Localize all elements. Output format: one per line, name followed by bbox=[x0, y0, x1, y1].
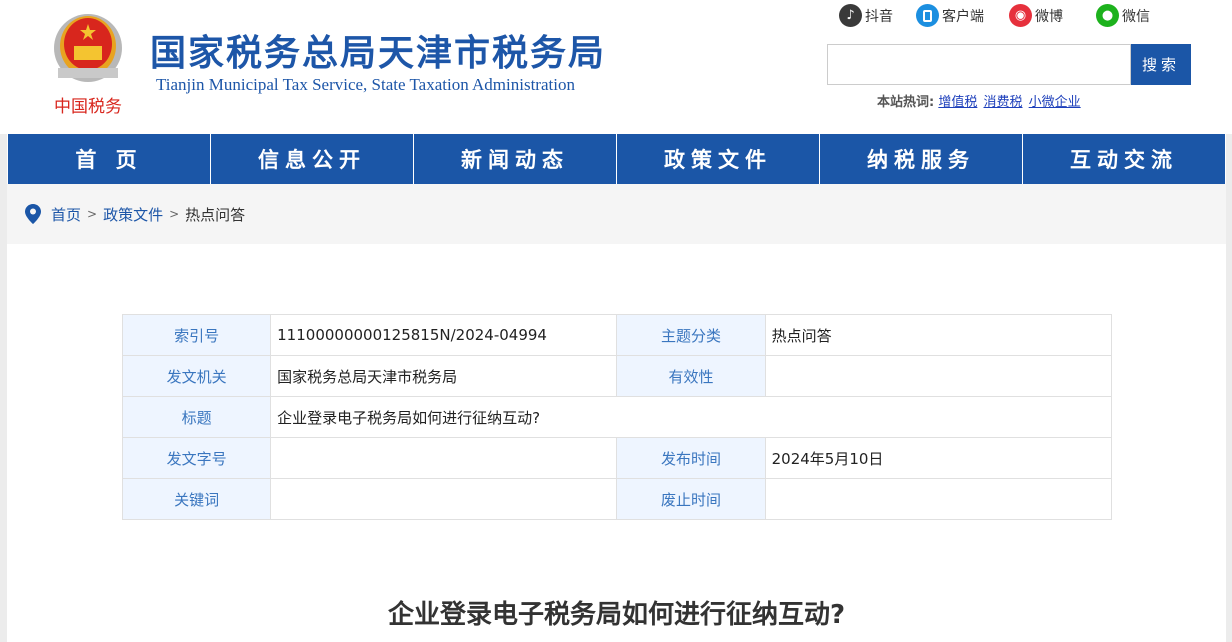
meta-label: 发文机关 bbox=[121, 355, 272, 397]
svg-text:中国税务: 中国税务 bbox=[54, 97, 122, 117]
site-title[interactable]: 国家税务总局天津市税务局 bbox=[150, 24, 606, 76]
social-link-client[interactable]: 客户端 bbox=[916, 4, 984, 27]
meta-value bbox=[270, 437, 618, 479]
nav-item-interaction[interactable]: 互动交流 bbox=[1023, 134, 1226, 184]
meta-value bbox=[764, 355, 1113, 397]
meta-label: 索引号 bbox=[121, 314, 272, 356]
meta-value: 国家税务总局天津市税务局 bbox=[270, 355, 618, 397]
social-label: 抖音 bbox=[865, 8, 893, 25]
hot-word-link[interactable]: 增值税 bbox=[938, 95, 977, 110]
hot-words: 本站热词: 增值税 消费税 小微企业 bbox=[877, 91, 1083, 110]
breadcrumb: 首页 > 政策文件 > 热点问答 bbox=[7, 184, 1226, 244]
meta-value: 企业登录电子税务局如何进行征纳互动? bbox=[270, 396, 1112, 438]
nav-item-info-disclosure[interactable]: 信息公开 bbox=[211, 134, 414, 184]
document-meta-table: 索引号 11100000000125815N/2024-04994 主题分类 热… bbox=[121, 314, 1113, 520]
breadcrumb-separator: > bbox=[87, 207, 98, 221]
meta-label: 发文字号 bbox=[121, 437, 272, 479]
tax-emblem-logo[interactable]: 中国税务 bbox=[46, 8, 130, 120]
nav-item-home[interactable]: 首 页 bbox=[7, 134, 211, 184]
site-header: 中国税务 国家税务总局天津市税务局 Tianjin Municipal Tax … bbox=[0, 0, 1232, 134]
breadcrumb-policy[interactable]: 政策文件 bbox=[103, 204, 163, 225]
mobile-app-icon bbox=[916, 4, 939, 27]
social-link-douyin[interactable]: ♪ 抖音 bbox=[839, 4, 893, 27]
table-row: 发文字号 发布时间 2024年5月10日 bbox=[121, 437, 1113, 479]
table-row: 关键词 废止时间 bbox=[121, 478, 1113, 520]
meta-label: 关键词 bbox=[121, 478, 272, 520]
wechat-icon: ● bbox=[1096, 4, 1119, 27]
meta-value: 热点问答 bbox=[764, 314, 1113, 356]
meta-label: 主题分类 bbox=[616, 314, 766, 356]
meta-label: 废止时间 bbox=[616, 478, 766, 520]
social-link-weibo[interactable]: ◉ 微博 bbox=[1009, 4, 1063, 27]
content-area: 索引号 11100000000125815N/2024-04994 主题分类 热… bbox=[7, 244, 1226, 642]
breadcrumb-current: 热点问答 bbox=[185, 205, 246, 224]
location-pin-icon bbox=[25, 204, 41, 224]
nav-item-news[interactable]: 新闻动态 bbox=[414, 134, 617, 184]
table-row: 发文机关 国家税务总局天津市税务局 有效性 bbox=[121, 355, 1113, 397]
site-subtitle: Tianjin Municipal Tax Service, State Tax… bbox=[156, 75, 575, 94]
tiktok-icon: ♪ bbox=[839, 4, 862, 27]
breadcrumb-home[interactable]: 首页 bbox=[51, 204, 81, 225]
social-label: 微信 bbox=[1122, 8, 1150, 25]
meta-value: 2024年5月10日 bbox=[764, 437, 1113, 479]
social-link-wechat[interactable]: ● 微信 bbox=[1096, 4, 1150, 27]
meta-value bbox=[270, 478, 618, 520]
meta-value: 11100000000125815N/2024-04994 bbox=[270, 314, 618, 356]
social-label: 微博 bbox=[1035, 8, 1063, 25]
hot-word-link[interactable]: 消费税 bbox=[984, 95, 1023, 110]
meta-label: 发布时间 bbox=[616, 437, 766, 479]
social-label: 客户端 bbox=[942, 8, 984, 25]
weibo-icon: ◉ bbox=[1009, 4, 1032, 27]
article-title: 企业登录电子税务局如何进行征纳互动? bbox=[387, 600, 846, 630]
hot-words-label: 本站热词: bbox=[877, 95, 935, 110]
main-nav: 首 页 信息公开 新闻动态 政策文件 纳税服务 互动交流 bbox=[7, 134, 1226, 184]
nav-item-policy[interactable]: 政策文件 bbox=[617, 134, 820, 184]
search-input[interactable] bbox=[827, 44, 1131, 85]
table-row: 索引号 11100000000125815N/2024-04994 主题分类 热… bbox=[121, 314, 1113, 356]
meta-value bbox=[764, 478, 1113, 520]
table-row: 标题 企业登录电子税务局如何进行征纳互动? bbox=[121, 396, 1112, 438]
hot-word-link[interactable]: 小微企业 bbox=[1029, 95, 1081, 110]
nav-item-tax-service[interactable]: 纳税服务 bbox=[820, 134, 1023, 184]
meta-label: 标题 bbox=[121, 396, 272, 438]
search-button[interactable]: 搜索 bbox=[1131, 44, 1191, 85]
breadcrumb-separator: > bbox=[169, 207, 180, 221]
meta-label: 有效性 bbox=[616, 355, 766, 397]
